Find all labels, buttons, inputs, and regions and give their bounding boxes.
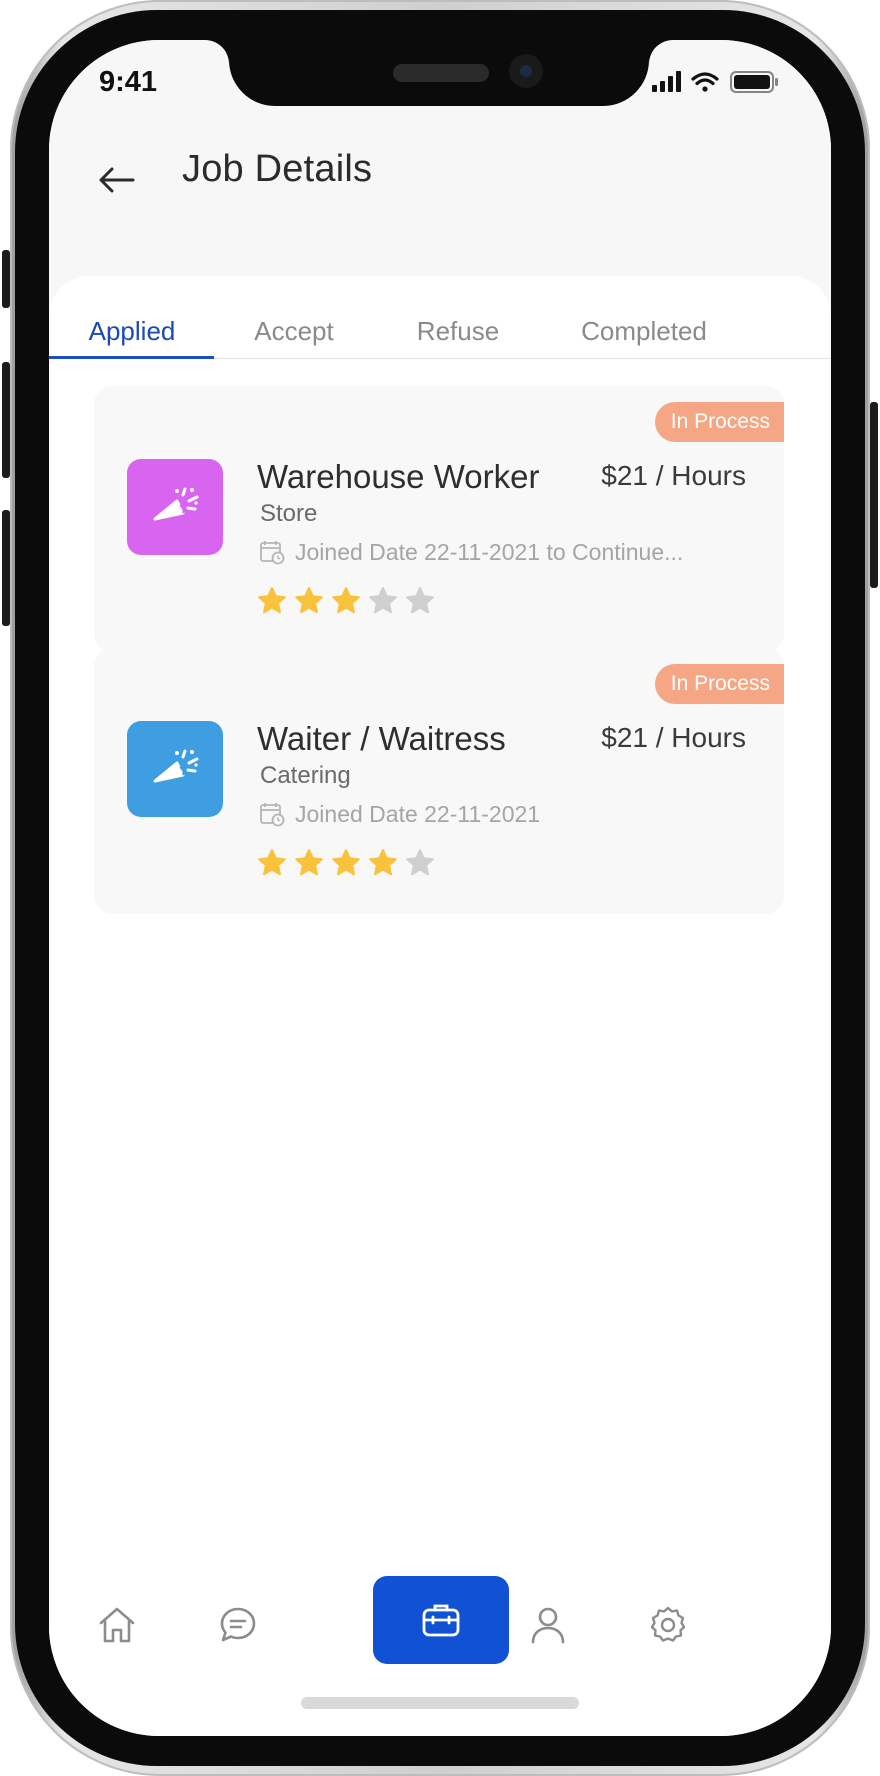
status-badge: In Process [654, 664, 784, 704]
nav-profile[interactable] [518, 1595, 578, 1655]
tab-refuse[interactable]: Refuse [393, 316, 523, 356]
briefcase-icon [422, 1604, 460, 1637]
job-title: Warehouse Worker [257, 458, 540, 495]
job-card[interactable]: In Process Waiter / Waitress $21 / Hours… [94, 648, 784, 914]
chat-icon [220, 1607, 256, 1642]
job-rate: $21 / Hours [601, 722, 746, 753]
user-icon [531, 1607, 565, 1644]
joined-date: Joined Date 22-11-2021 to Continue... [295, 538, 684, 565]
job-rate: $21 / Hours [601, 460, 746, 491]
status-time: 9:41 [99, 66, 158, 98]
job-icon-tile [127, 459, 223, 555]
job-icon-tile [127, 721, 223, 817]
cellular-signal-icon [652, 71, 681, 92]
joined-date-row: Joined Date 22-11-2021 [259, 798, 540, 830]
star-filled-icon [332, 849, 360, 876]
job-card[interactable]: In Process Warehouse Worker $21 / Hours … [94, 386, 784, 652]
status-icons [652, 70, 792, 96]
job-category: Catering [260, 762, 351, 789]
star-empty-icon [406, 587, 434, 614]
mute-switch [2, 250, 10, 308]
nav-home[interactable] [87, 1595, 147, 1655]
party-popper-icon [153, 749, 199, 783]
rating-stars [257, 586, 435, 616]
notch-corner [205, 40, 229, 64]
star-filled-icon [258, 587, 286, 614]
calendar-clock-icon [260, 803, 285, 827]
star-filled-icon [295, 587, 323, 614]
status-badge: In Process [654, 402, 784, 442]
notch-corner [649, 40, 673, 64]
nav-settings[interactable] [638, 1595, 698, 1655]
wifi-icon [691, 72, 719, 92]
volume-down-button [2, 510, 10, 626]
content-sheet: Applied Accept Refuse Completed In Proce… [49, 276, 831, 1736]
star-filled-icon [332, 587, 360, 614]
star-empty-icon [369, 587, 397, 614]
front-camera [509, 54, 543, 88]
gear-icon [650, 1606, 686, 1642]
tab-applied[interactable]: Applied [67, 316, 197, 356]
nav-messages[interactable] [208, 1595, 268, 1655]
joined-date: Joined Date 22-11-2021 [295, 800, 541, 827]
job-title: Waiter / Waitress [257, 720, 506, 757]
star-filled-icon [295, 849, 323, 876]
battery-icon [730, 71, 778, 93]
app-screen: 9:41 Job Details Applied Accept Refuse C… [49, 40, 831, 1736]
nav-jobs[interactable] [373, 1576, 509, 1664]
calendar-clock-icon [260, 541, 285, 565]
home-icon [99, 1607, 135, 1643]
power-button [870, 402, 878, 588]
back-button[interactable] [89, 152, 145, 208]
job-category: Store [260, 500, 318, 527]
earpiece-speaker [393, 64, 489, 82]
star-filled-icon [369, 849, 397, 876]
tab-completed[interactable]: Completed [559, 316, 729, 356]
page-title: Job Details [182, 148, 373, 190]
arrow-left-icon [99, 167, 135, 193]
volume-up-button [2, 362, 10, 478]
party-popper-icon [153, 487, 199, 521]
rating-stars [257, 848, 435, 878]
tab-active-indicator [49, 356, 214, 359]
star-empty-icon [406, 849, 434, 876]
tab-accept[interactable]: Accept [229, 316, 359, 356]
home-indicator[interactable] [301, 1697, 579, 1709]
star-filled-icon [258, 849, 286, 876]
joined-date-row: Joined Date 22-11-2021 to Continue... [259, 536, 683, 568]
